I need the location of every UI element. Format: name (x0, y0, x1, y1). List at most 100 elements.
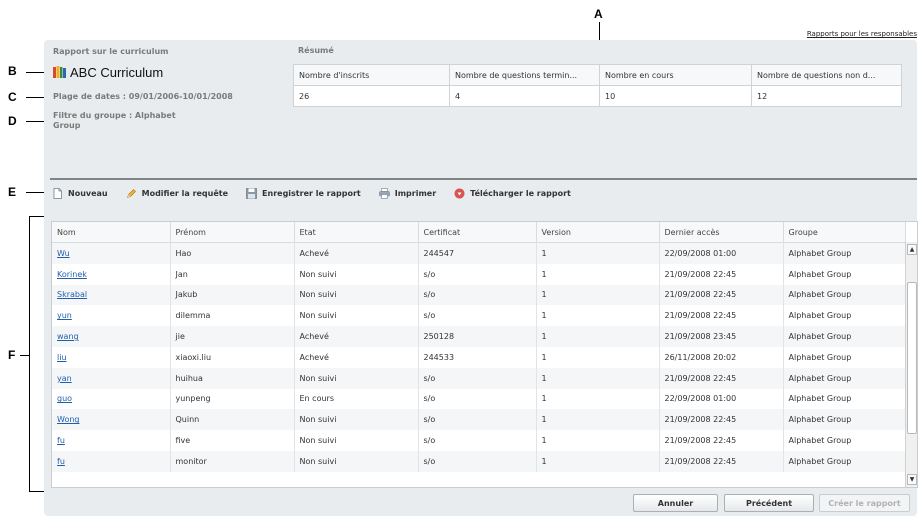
table-row[interactable]: Wu Hao Achevé 244547 1 22/09/2008 01:00 Alphab… (52, 242, 906, 264)
table-cell: Non suivi (294, 430, 419, 451)
callout-f-line (20, 355, 29, 356)
summary-table: Nombre d'inscrits Nombre de questions te… (293, 64, 902, 107)
table-cell: Alphabet Group (783, 430, 906, 451)
summary-header-cell: Nombre de questions non d... (751, 64, 902, 86)
user-name-link[interactable]: yun (57, 311, 72, 320)
save-report-button[interactable]: Enregistrer le rapport (246, 187, 361, 199)
user-name-link[interactable]: liu (57, 353, 67, 362)
save-disk-icon (246, 187, 257, 199)
table-cell: 1 (536, 450, 660, 472)
callout-c: C (8, 90, 17, 104)
table-cell: 22/09/2008 01:00 (659, 388, 784, 410)
table-cell: 1 (536, 388, 660, 410)
pencil-icon (126, 188, 136, 198)
column-header-dernier-acces[interactable]: Dernier accès (659, 222, 784, 243)
callout-f-bracket (29, 216, 30, 492)
summary-value-row: 26 4 10 12 (293, 85, 902, 107)
print-label: Imprimer (394, 188, 437, 198)
table-cell: s/o (418, 284, 537, 306)
scroll-up-arrow-icon[interactable]: ▲ (907, 244, 917, 255)
table-cell: Alphabet Group (783, 263, 906, 285)
column-header-nom[interactable]: Nom (52, 222, 171, 243)
table-cell: Korinek (52, 263, 171, 285)
table-row[interactable]: Wong Quinn Non suivi s/o 1 21/09/2008 22:45 Al… (52, 409, 906, 431)
cancel-button[interactable]: Annuler (633, 494, 718, 512)
save-report-label: Enregistrer le rapport (262, 188, 361, 198)
print-button[interactable]: Imprimer (378, 187, 437, 199)
table-row[interactable]: yun dilemma Non suivi s/o 1 21/09/2008 22:45 A… (52, 305, 906, 327)
table-row[interactable]: liu xiaoxi.liu Achevé 244533 1 26/11/2008 20:… (52, 346, 906, 368)
table-row[interactable]: fu five Non suivi s/o 1 21/09/2008 22:45 Alpha… (52, 430, 906, 451)
user-name-link[interactable]: Korinek (57, 270, 87, 279)
user-name-link[interactable]: Wong (57, 415, 79, 424)
vertical-scrollbar[interactable]: ▲ ▼ (905, 242, 917, 487)
table-cell: monitor (170, 450, 295, 472)
user-name-link[interactable]: fu (57, 436, 65, 445)
summary-value-cell: 10 (599, 85, 752, 107)
table-cell: Jan (170, 263, 295, 285)
new-document-icon (53, 187, 62, 199)
column-header-etat[interactable]: Etat (294, 222, 419, 243)
table-cell: Alphabet Group (783, 305, 906, 327)
manager-reports-link[interactable]: Rapports pour les responsables (807, 30, 917, 38)
table-cell: 1 (536, 409, 660, 431)
table-cell: Alphabet Group (783, 450, 906, 472)
table-cell: 1 (536, 430, 660, 451)
new-button-label: Nouveau (68, 188, 108, 198)
table-cell: Achevé (294, 326, 419, 347)
table-cell: Alphabet Group (783, 242, 906, 264)
scroll-down-arrow-icon[interactable]: ▼ (907, 474, 917, 485)
column-header-version[interactable]: Version (536, 222, 660, 243)
user-name-link[interactable]: Skrabal (57, 290, 87, 299)
previous-button[interactable]: Précédent (724, 494, 814, 512)
column-header-groupe[interactable]: Groupe (783, 222, 906, 243)
table-row[interactable]: yan huihua Non suivi s/o 1 21/09/2008 22:45 Al… (52, 367, 906, 389)
table-cell: s/o (418, 388, 537, 410)
user-name-link[interactable]: fu (57, 457, 65, 466)
modify-query-button[interactable]: Modifier la requête (126, 188, 228, 199)
table-row[interactable]: Korinek Jan Non suivi s/o 1 21/09/2008 22:45 A… (52, 263, 906, 285)
table-cell: Quinn (170, 409, 295, 431)
table-cell: yunpeng (170, 388, 295, 410)
table-cell: five (170, 430, 295, 451)
table-cell: 21/09/2008 22:45 (659, 284, 784, 306)
table-cell: 21/09/2008 22:45 (659, 430, 784, 451)
table-cell: dilemma (170, 305, 295, 327)
callout-a-line (599, 22, 600, 42)
table-cell: Hao (170, 242, 295, 264)
table-cell: Achevé (294, 346, 419, 368)
table-row[interactable]: Skrabal Jakub Non suivi s/o 1 21/09/2008 22:4… (52, 284, 906, 306)
table-cell: s/o (418, 263, 537, 285)
table-cell: Alphabet Group (783, 284, 906, 306)
scrollbar-thumb[interactable] (907, 282, 917, 434)
create-report-button[interactable]: Créer le rapport (819, 494, 910, 512)
table-cell: liu (52, 346, 171, 368)
user-name-link[interactable]: Wu (57, 249, 70, 258)
table-row[interactable]: wang jie Achevé 250128 1 21/09/2008 23:45 Alph… (52, 326, 906, 347)
user-name-link[interactable]: yan (57, 374, 72, 383)
table-cell: guo (52, 388, 171, 410)
table-cell: s/o (418, 409, 537, 431)
user-name-link[interactable]: wang (57, 332, 79, 341)
table-cell: 1 (536, 263, 660, 285)
table-row[interactable]: guo yunpeng En cours s/o 1 22/09/2008 01:00 Al… (52, 388, 906, 410)
table-cell: 250128 (418, 326, 537, 347)
table-cell: fu (52, 450, 171, 472)
summary-header-cell: Nombre d'inscrits (293, 64, 450, 86)
report-title: Rapport sur le curriculum (53, 47, 169, 56)
download-report-button[interactable]: Télécharger le rapport (454, 188, 571, 199)
new-button[interactable]: Nouveau (52, 187, 108, 199)
results-header-row: Nom Prénom Etat Certificat Version Derni… (52, 222, 906, 243)
user-name-link[interactable]: guo (57, 394, 72, 403)
modify-query-label: Modifier la requête (141, 188, 229, 198)
column-header-certificat[interactable]: Certificat (418, 222, 537, 243)
summary-value-cell: 12 (751, 85, 902, 107)
table-cell: yan (52, 367, 171, 389)
table-cell: 1 (536, 242, 660, 264)
results-table: Nom Prénom Etat Certificat Version Derni… (52, 222, 906, 472)
table-row[interactable]: fu monitor Non suivi s/o 1 21/09/2008 22:45 Al… (52, 450, 906, 472)
column-header-prenom[interactable]: Prénom (170, 222, 295, 243)
table-cell: Wu (52, 242, 171, 264)
table-cell: xiaoxi.liu (170, 346, 295, 368)
table-cell: Achevé (294, 242, 419, 264)
